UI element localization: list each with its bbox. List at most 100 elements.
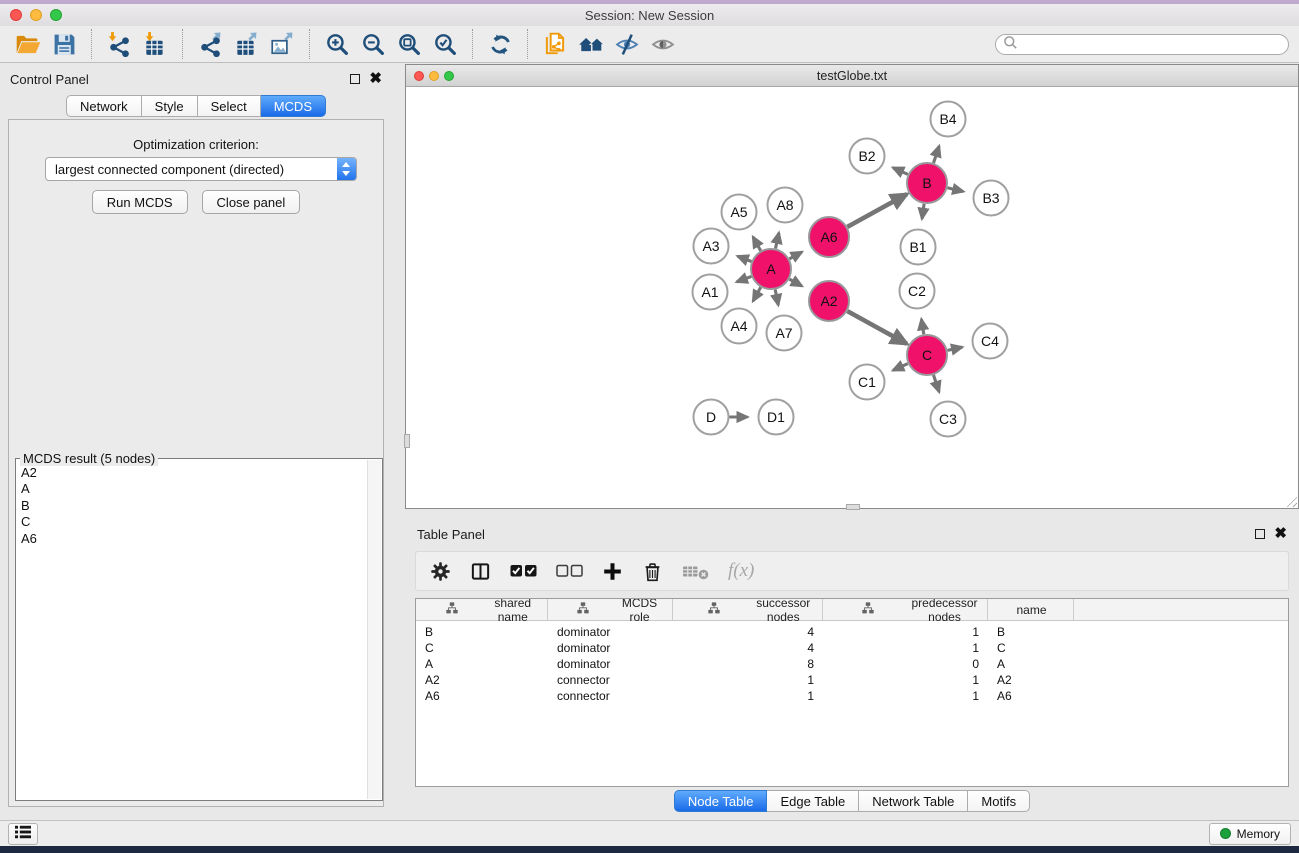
zoom-selected-icon[interactable] <box>427 29 463 60</box>
close-table-panel-icon[interactable]: ✖ <box>1274 529 1287 539</box>
graph-edge-B-B4[interactable] <box>934 146 940 163</box>
split-panel-icon[interactable] <box>470 561 491 582</box>
window-resize-grip-left[interactable] <box>404 434 410 448</box>
graph-edge-A-A3[interactable] <box>738 256 752 261</box>
graph-edge-B-B2[interactable] <box>893 168 908 175</box>
memory-button[interactable]: Memory <box>1209 823 1291 845</box>
graph-edge-B-B3[interactable] <box>947 188 963 192</box>
table-row[interactable]: A6connector11A6 <box>416 688 1288 704</box>
mcds-result-item[interactable]: A2 <box>21 465 366 481</box>
graph-edge-B-B1[interactable] <box>922 204 924 219</box>
graph-edge-A-A7[interactable] <box>775 290 778 306</box>
zoom-fit-icon[interactable] <box>391 29 427 60</box>
clear-table-icon[interactable] <box>682 563 709 580</box>
run-mcds-button[interactable]: Run MCDS <box>92 190 188 214</box>
graph-node-A2[interactable]: A2 <box>809 281 849 321</box>
graph-node-D1[interactable]: D1 <box>759 400 794 435</box>
add-column-icon[interactable] <box>602 561 623 582</box>
graph-node-A7[interactable]: A7 <box>767 316 802 351</box>
graph-edge-C-C1[interactable] <box>893 364 908 371</box>
deselect-all-icon[interactable] <box>556 564 583 578</box>
mcds-result-item[interactable]: A <box>21 481 366 497</box>
column-header-name[interactable]: name <box>988 599 1074 620</box>
delete-column-icon[interactable] <box>642 561 663 582</box>
graph-node-A4[interactable]: A4 <box>722 309 757 344</box>
graph-edge-C-C4[interactable] <box>948 347 963 350</box>
graph-node-A8[interactable]: A8 <box>768 188 803 223</box>
graph-node-C3[interactable]: C3 <box>931 402 966 437</box>
window-resize-grip-bottom[interactable] <box>846 504 860 510</box>
mcds-result-item[interactable]: A6 <box>21 531 366 547</box>
graph-node-B[interactable]: B <box>907 163 947 203</box>
mcds-result-item[interactable]: C <box>21 514 366 530</box>
graph-edge-C-C2[interactable] <box>921 319 923 334</box>
graph-edge-C-C3[interactable] <box>934 375 940 392</box>
gear-icon[interactable] <box>430 561 451 582</box>
graph-edge-A-A1[interactable] <box>737 276 752 282</box>
column-header-successor-nodes[interactable]: successor nodes <box>673 599 823 620</box>
tab-edge-table[interactable]: Edge Table <box>767 790 859 812</box>
column-header-predecessor-nodes[interactable]: predecessor nodes <box>823 599 988 620</box>
criterion-dropdown[interactable]: largest connected component (directed) <box>45 157 357 181</box>
float-table-panel-icon[interactable] <box>1255 529 1265 539</box>
tab-network-table[interactable]: Network Table <box>859 790 968 812</box>
graph-node-B1[interactable]: B1 <box>901 230 936 265</box>
column-header-MCDS-role[interactable]: MCDS role <box>548 599 673 620</box>
network-graph-canvas[interactable]: B4B2BB3A8A5A6A3B1AA1C2A2A4A7C4CC1C3DD1 <box>406 87 1298 508</box>
column-header-shared-name[interactable]: shared name <box>416 599 548 620</box>
graph-node-B3[interactable]: B3 <box>974 181 1009 216</box>
copy-network-icon[interactable] <box>537 29 573 60</box>
tab-style[interactable]: Style <box>142 95 198 117</box>
graph-node-A5[interactable]: A5 <box>722 195 757 230</box>
graph-node-A3[interactable]: A3 <box>694 229 729 264</box>
tab-network[interactable]: Network <box>66 95 142 117</box>
search-field[interactable] <box>995 34 1289 55</box>
close-panel-icon[interactable]: ✖ <box>369 74 382 84</box>
close-panel-button[interactable]: Close panel <box>202 190 301 214</box>
save-session-icon[interactable] <box>46 29 82 60</box>
export-image-icon[interactable] <box>264 29 300 60</box>
graph-node-C1[interactable]: C1 <box>850 365 885 400</box>
mcds-result-item[interactable]: B <box>21 498 366 514</box>
graph-edge-A-A4[interactable] <box>753 287 761 301</box>
export-table-icon[interactable] <box>228 29 264 60</box>
task-history-button[interactable] <box>8 823 38 845</box>
import-network-icon[interactable] <box>101 29 137 60</box>
graph-node-A[interactable]: A <box>751 249 791 289</box>
graph-node-B2[interactable]: B2 <box>850 139 885 174</box>
import-table-icon[interactable] <box>137 29 173 60</box>
select-all-icon[interactable] <box>510 564 537 578</box>
refresh-icon[interactable] <box>482 29 518 60</box>
tab-motifs[interactable]: Motifs <box>968 790 1030 812</box>
hide-panel-icon[interactable] <box>609 29 645 60</box>
graph-node-A1[interactable]: A1 <box>693 275 728 310</box>
graph-edge-A-A5[interactable] <box>753 237 761 251</box>
graph-edge-A6-B[interactable] <box>847 194 907 227</box>
graph-edge-A2-C[interactable] <box>847 311 907 344</box>
graph-node-D[interactable]: D <box>694 400 729 435</box>
export-network-icon[interactable] <box>192 29 228 60</box>
graph-node-C2[interactable]: C2 <box>900 274 935 309</box>
table-row[interactable]: Cdominator41C <box>416 640 1288 656</box>
open-session-icon[interactable] <box>10 29 46 60</box>
table-row[interactable]: Bdominator41B <box>416 624 1288 640</box>
graph-edge-A-A8[interactable] <box>776 233 779 249</box>
graph-node-A6[interactable]: A6 <box>809 217 849 257</box>
graph-node-B4[interactable]: B4 <box>931 102 966 137</box>
table-row[interactable]: A2connector11A2 <box>416 672 1288 688</box>
graph-edge-A-A2[interactable] <box>789 279 802 286</box>
home-icon[interactable] <box>573 29 609 60</box>
zoom-out-icon[interactable] <box>355 29 391 60</box>
network-window-titlebar[interactable]: testGlobe.txt <box>406 65 1298 87</box>
float-panel-icon[interactable] <box>350 74 360 84</box>
table-row[interactable]: Adominator80A <box>416 656 1288 672</box>
graph-edge-A-A6[interactable] <box>789 252 802 259</box>
zoom-in-icon[interactable] <box>319 29 355 60</box>
show-panel-icon[interactable] <box>645 29 681 60</box>
result-scrollbar[interactable] <box>367 460 381 799</box>
tab-select[interactable]: Select <box>198 95 261 117</box>
tab-node-table[interactable]: Node Table <box>674 790 768 812</box>
search-input[interactable] <box>1018 38 1288 52</box>
tab-mcds[interactable]: MCDS <box>261 95 326 117</box>
graph-node-C4[interactable]: C4 <box>973 324 1008 359</box>
